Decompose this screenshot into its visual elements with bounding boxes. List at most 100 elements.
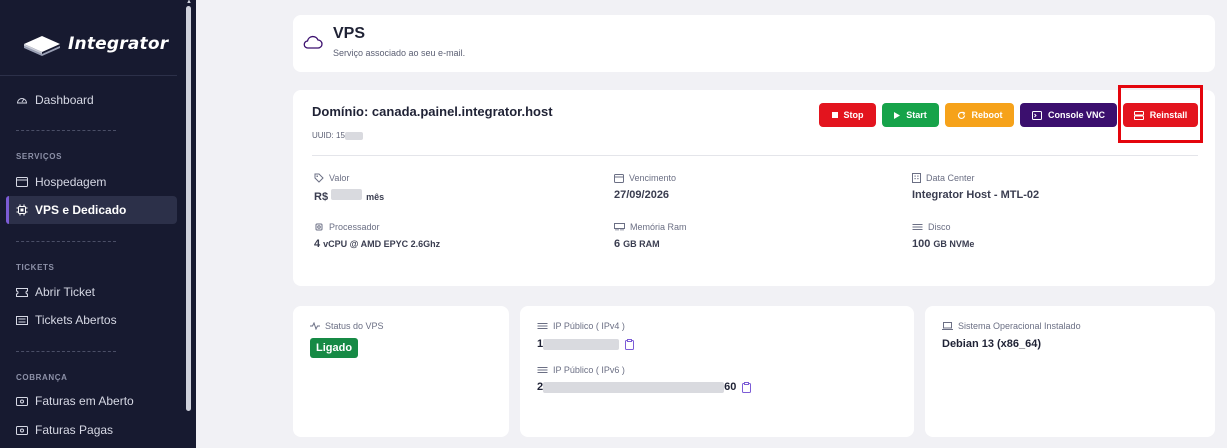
status-badge: Ligado	[310, 338, 359, 358]
os-value: Debian 13 (x86_64)	[942, 338, 1042, 350]
terminal-icon	[1031, 110, 1042, 120]
domain-title: Domínio: canada.painel.integrator.host	[312, 104, 553, 119]
vencimento-value: 27/09/2026	[614, 189, 670, 201]
network-icon	[537, 366, 548, 374]
refresh-icon	[957, 111, 966, 120]
reboot-label: Reboot	[971, 110, 1003, 120]
processador-count: 4	[314, 238, 321, 250]
ip-card: IP Público ( IPv4 ) 1 IP Público ( IPv6 …	[520, 306, 914, 437]
sidebar-item-label: Dashboard	[35, 93, 94, 107]
brand-name: Integrator	[68, 34, 169, 54]
window-icon	[16, 176, 28, 188]
cpu-chip-icon	[314, 222, 324, 232]
stop-button[interactable]: Stop	[819, 103, 876, 127]
play-icon	[894, 111, 901, 119]
console-vnc-label: Console VNC	[1047, 110, 1105, 120]
sidebar-item-faturas-aberto[interactable]: Faturas em Aberto	[6, 387, 177, 415]
spec-datacenter: Data Center Integrator Host - MTL-02	[912, 173, 1042, 201]
reboot-button[interactable]: Reboot	[945, 103, 1014, 127]
ipv4-label: IP Público ( IPv4 )	[553, 321, 625, 331]
reinstall-highlight-box	[1118, 85, 1203, 143]
page-subtitle: Serviço associado ao seu e-mail.	[333, 48, 466, 58]
os-card: Sistema Operacional Instalado Debian 13 …	[925, 306, 1215, 437]
brand-logo[interactable]: Integrator	[22, 28, 168, 60]
price-tag-icon	[314, 173, 324, 183]
network-icon	[537, 322, 548, 330]
os-label: Sistema Operacional Instalado	[958, 321, 1081, 331]
valor-label: Valor	[329, 173, 350, 183]
console-vnc-button[interactable]: Console VNC	[1020, 103, 1117, 127]
page-header-card: VPS Serviço associado ao seu e-mail.	[293, 15, 1215, 72]
pulse-icon	[310, 322, 320, 330]
dashed-divider	[16, 241, 116, 242]
memory-icon	[614, 223, 625, 231]
vencimento-label: Vencimento	[629, 173, 677, 183]
memoria-label: Memória Ram	[630, 222, 687, 232]
ipv4-header: IP Público ( IPv4 )	[537, 321, 625, 331]
clipboard-icon[interactable]	[742, 381, 752, 393]
sidebar-item-hospedagem[interactable]: Hospedagem	[6, 168, 177, 196]
ticket-icon	[16, 286, 28, 298]
sidebar-item-vps[interactable]: VPS e Dedicado	[6, 196, 177, 224]
ipv6-label: IP Público ( IPv6 )	[553, 365, 625, 375]
sidebar-item-abrir-ticket[interactable]: Abrir Ticket	[6, 278, 177, 306]
sidebar-item-label: Hospedagem	[35, 175, 107, 189]
processador-label: Processador	[329, 222, 380, 232]
redacted-price	[331, 189, 363, 200]
processador-value: vCPU @ AMD EPYC 2.6Ghz	[323, 239, 441, 249]
spec-vencimento: Vencimento 27/09/2026	[614, 173, 676, 201]
cpu-icon	[16, 204, 28, 216]
section-tickets: TICKETS	[16, 263, 55, 272]
sidebar-item-tickets-abertos[interactable]: Tickets Abertos	[6, 306, 177, 334]
ipv6-value: 2 60	[537, 381, 752, 393]
sidebar-scrollbar[interactable]	[186, 6, 191, 411]
status-card: Status do VPS Ligado	[293, 306, 509, 437]
status-header: Status do VPS	[310, 321, 384, 331]
section-cobranca: COBRANÇA	[16, 373, 68, 382]
uuid-text: UUID: 15	[312, 131, 363, 140]
stop-label: Stop	[843, 110, 864, 120]
ipv6-header: IP Público ( IPv6 )	[537, 365, 625, 375]
datacenter-label: Data Center	[926, 173, 975, 183]
sidebar-item-label: Abrir Ticket	[35, 285, 96, 299]
spec-disco: Disco 100 GB NVMe	[912, 222, 974, 250]
building-icon	[912, 173, 921, 183]
sidebar-item-label: VPS e Dedicado	[35, 203, 127, 217]
sidebar-item-dashboard[interactable]: Dashboard	[6, 86, 177, 114]
dashed-divider	[16, 130, 116, 131]
page-title: VPS	[333, 25, 366, 42]
memoria-count: 6	[614, 238, 621, 250]
disco-value: GB NVMe	[933, 239, 975, 249]
redacted-ipv6	[543, 381, 725, 393]
os-header: Sistema Operacional Instalado	[942, 321, 1081, 331]
vps-details-card: Domínio: canada.painel.integrator.host U…	[293, 90, 1215, 286]
laptop-icon	[942, 322, 953, 330]
ipv4-value: 1	[537, 338, 635, 350]
logo-icon	[24, 36, 60, 56]
sidebar-divider	[0, 75, 177, 76]
spec-valor: Valor R$ mês	[314, 173, 384, 203]
sidebar: ▲ Integrator Dashboard SERVIÇOS Hospedag…	[0, 0, 196, 448]
redacted-ipv4	[543, 338, 620, 350]
cloud-icon	[303, 35, 323, 49]
spec-memoria: Memória Ram 6 GB RAM	[614, 222, 687, 250]
sidebar-item-label: Tickets Abertos	[35, 313, 117, 327]
uuid-label: UUID: 15	[312, 131, 345, 140]
invoice-icon	[16, 395, 28, 407]
section-servicos: SERVIÇOS	[16, 152, 62, 161]
tickets-list-icon	[16, 314, 28, 326]
scroll-up-arrow[interactable]: ▲	[186, 0, 192, 5]
status-label: Status do VPS	[325, 321, 384, 331]
disk-icon	[912, 223, 923, 231]
start-button[interactable]: Start	[882, 103, 939, 127]
clipboard-icon[interactable]	[625, 338, 635, 350]
valor-period: mês	[366, 192, 385, 202]
datacenter-value: Integrator Host - MTL-02	[912, 189, 1040, 201]
dashed-divider	[16, 351, 116, 352]
start-label: Start	[906, 110, 927, 120]
gauge-icon	[16, 94, 28, 106]
spec-processador: Processador 4 vCPU @ AMD EPYC 2.6Ghz	[314, 222, 440, 250]
sidebar-item-label: Faturas em Aberto	[35, 394, 134, 408]
disco-label: Disco	[928, 222, 951, 232]
sidebar-item-faturas-pagas[interactable]: Faturas Pagas	[6, 416, 177, 444]
